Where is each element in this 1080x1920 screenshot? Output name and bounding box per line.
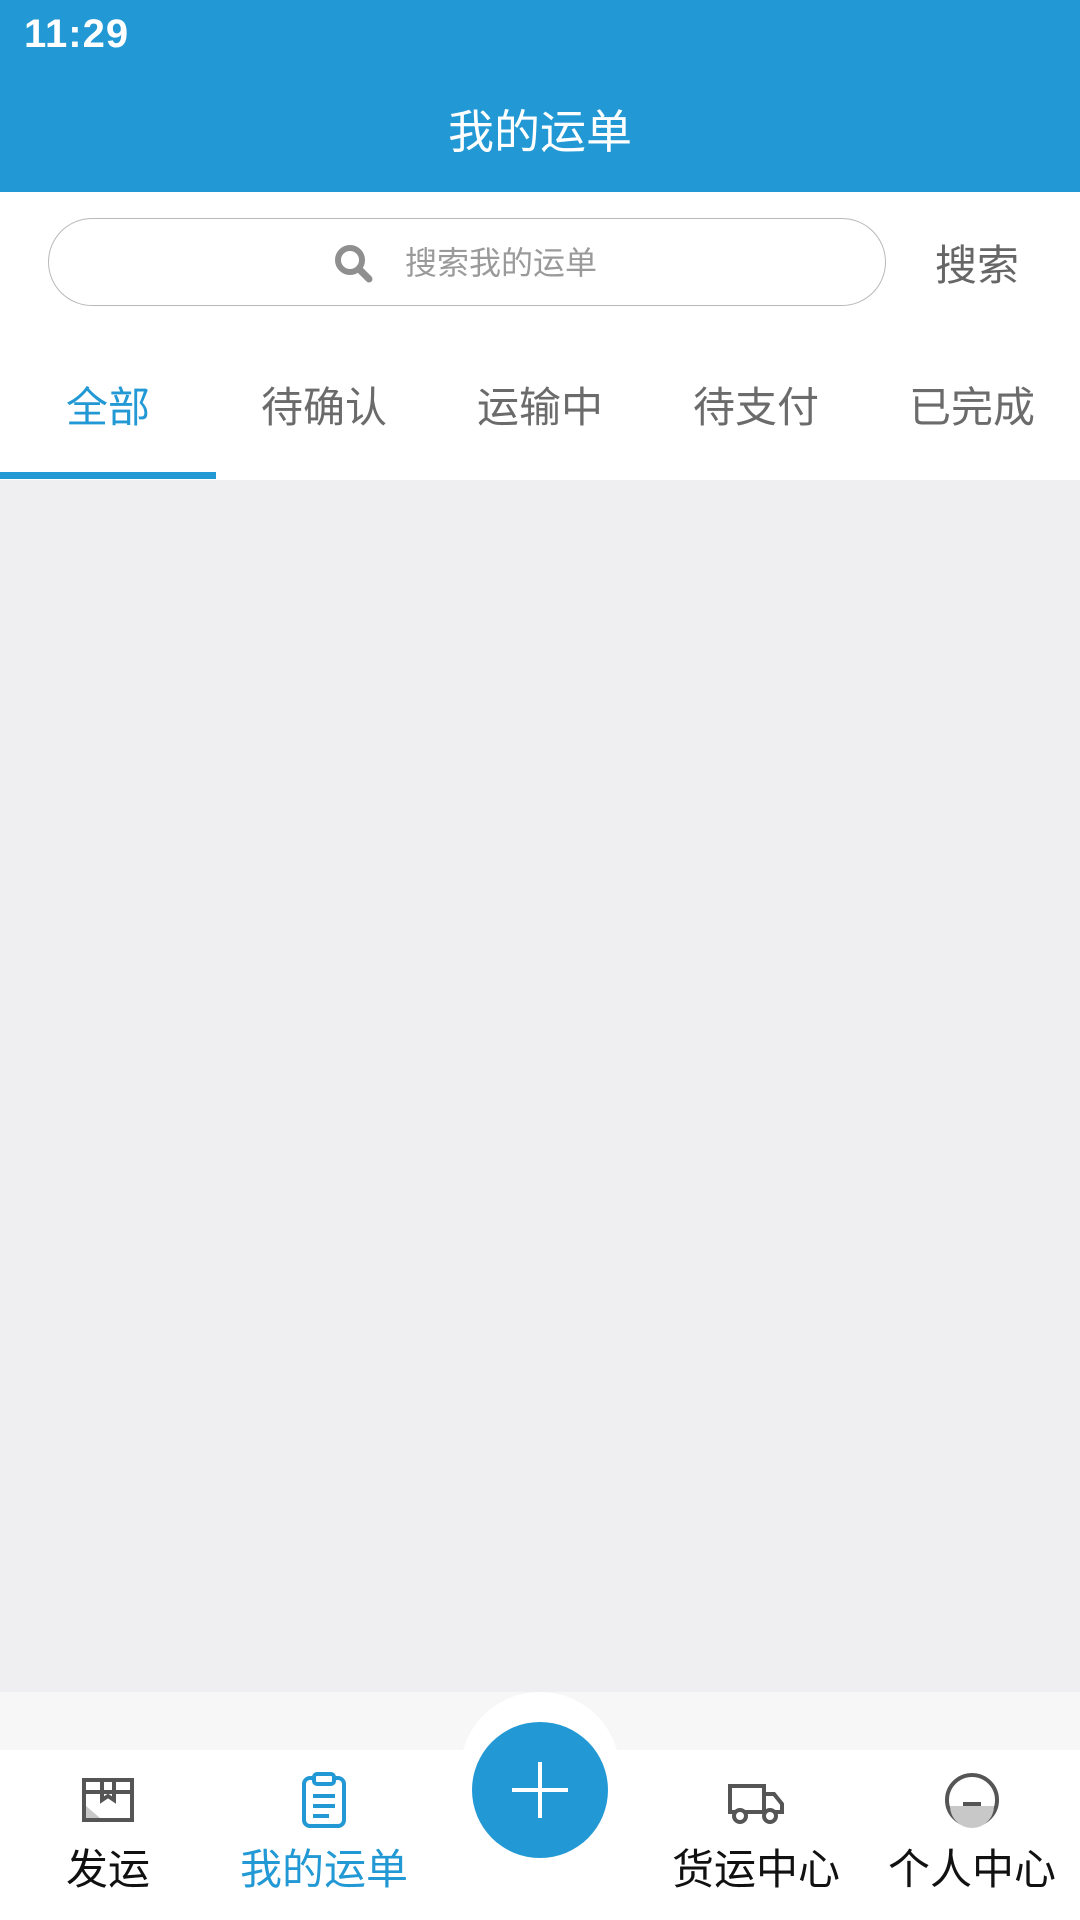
nav-item-ship[interactable]: 发运 xyxy=(0,1750,216,1920)
nav-label-freight-center: 货运中心 xyxy=(671,1845,840,1894)
status-time: 11:29 xyxy=(24,12,130,56)
search-icon xyxy=(335,245,373,283)
tab-indicator xyxy=(0,472,216,479)
nav-label-ship: 发运 xyxy=(65,1845,150,1894)
order-tabs: 全部 待确认 运输中 待支付 已完成 xyxy=(0,348,1080,480)
tab-pending-confirm[interactable]: 待确认 xyxy=(216,348,432,480)
add-order-button[interactable] xyxy=(472,1722,608,1858)
nav-item-profile[interactable]: 个人中心 xyxy=(864,1750,1080,1920)
truck-icon xyxy=(728,1784,784,1824)
package-icon xyxy=(82,1778,134,1822)
search-placeholder: 搜索我的运单 xyxy=(405,244,598,282)
tab-in-transit[interactable]: 运输中 xyxy=(432,348,648,480)
clipboard-icon xyxy=(302,1772,346,1828)
nav-item-freight-center[interactable]: 货运中心 xyxy=(648,1750,864,1920)
nav-label-profile: 个人中心 xyxy=(887,1845,1056,1894)
tab-pending-payment[interactable]: 待支付 xyxy=(648,348,864,480)
profile-icon xyxy=(945,1773,999,1828)
tab-all[interactable]: 全部 xyxy=(0,348,216,480)
search-input[interactable]: 搜索我的运单 xyxy=(48,218,886,306)
search-button[interactable]: 搜索 xyxy=(935,238,1019,294)
tab-completed[interactable]: 已完成 xyxy=(864,348,1080,480)
nav-item-my-orders[interactable]: 我的运单 xyxy=(216,1750,432,1920)
search-bar: 搜索我的运单 搜索 xyxy=(0,192,1080,348)
nav-label-my-orders: 我的运单 xyxy=(239,1845,408,1894)
plus-icon xyxy=(512,1762,568,1818)
order-list[interactable] xyxy=(0,480,1080,1692)
app-header: 11:29 我的运单 xyxy=(0,0,1080,192)
page-title: 我的运单 xyxy=(448,105,632,159)
